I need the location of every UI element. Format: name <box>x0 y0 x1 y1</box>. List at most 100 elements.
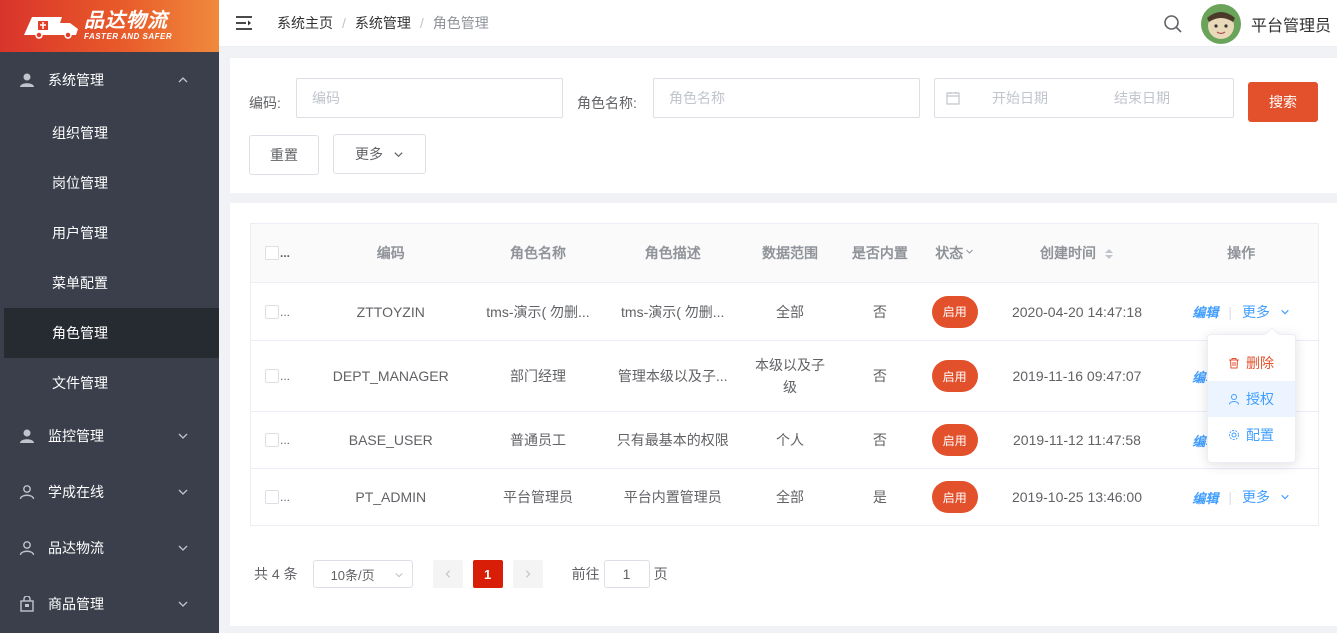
table-row[interactable]: ... BASE_USER 普通员工 只有最基本的权限 个人 否 启用 2019… <box>251 412 1318 469</box>
role-name-label: 角色名称: <box>577 95 637 111</box>
breadcrumb-separator: / <box>419 15 424 31</box>
chevron-right-icon <box>525 570 531 578</box>
created-column-header[interactable]: 创建时间 <box>990 243 1165 263</box>
cell-status: 启用 <box>920 360 990 392</box>
username[interactable]: 平台管理员 <box>1251 12 1331 36</box>
role-name-input[interactable] <box>653 78 920 118</box>
ellipsis: ... <box>280 433 291 447</box>
breadcrumb-current: 角色管理 <box>432 15 489 31</box>
sidebar-group-system[interactable]: 系统管理 <box>0 52 219 108</box>
chevron-down-icon <box>178 601 188 607</box>
column-header-label: 创建时间 <box>1040 245 1097 261</box>
cell-builtin: 否 <box>872 368 887 384</box>
goto-suffix: 页 <box>653 566 668 582</box>
page-size-value: 10条/页 <box>330 567 375 583</box>
cell-name: 部门经理 <box>509 368 566 384</box>
status-badge[interactable]: 启用 <box>931 424 978 456</box>
sidebar-item-users[interactable]: 用户管理 <box>0 208 219 258</box>
table-row[interactable]: ... PT_ADMIN 平台管理员 平台内置管理员 全部 是 启用 2019-… <box>251 469 1318 525</box>
calendar-icon <box>946 92 960 105</box>
sidebar-group-label: 监控管理 <box>48 428 104 444</box>
reset-button[interactable]: 重置 <box>249 135 319 175</box>
sidebar-item-files[interactable]: 文件管理 <box>0 358 219 408</box>
status-badge[interactable]: 启用 <box>931 295 978 328</box>
table-header: ... 编码 角色名称 角色描述 数据范围 是否内置 状态 创建时间 操作 <box>251 224 1318 283</box>
start-date-placeholder[interactable]: 开始日期 <box>992 88 1048 108</box>
sidebar-group-monitor[interactable]: 监控管理 <box>0 408 219 464</box>
row-checkbox[interactable] <box>265 304 279 319</box>
trash-icon <box>1229 358 1239 369</box>
pagination: 共 4 条 10条/页 1 前往 页 <box>254 560 668 588</box>
prev-page-button[interactable] <box>432 560 463 588</box>
cell-name: 平台管理员 <box>502 489 573 505</box>
authorize-menu-item[interactable]: 授权 <box>1208 381 1295 417</box>
cell-builtin: 否 <box>872 303 887 320</box>
code-input[interactable] <box>296 78 563 118</box>
sidebar-group-xuecheng[interactable]: 学成在线 <box>0 464 219 520</box>
delete-menu-label: 删除 <box>1246 355 1274 371</box>
cell-code: DEPT_MANAGER <box>332 368 449 384</box>
status-badge[interactable]: 启用 <box>931 360 978 392</box>
sidebar-item-menu[interactable]: 菜单配置 <box>0 258 219 308</box>
cell-created: 2019-10-25 13:46:00 <box>1011 489 1142 505</box>
end-date-placeholder[interactable]: 结束日期 <box>1114 88 1170 108</box>
truck-logo-icon <box>24 17 78 39</box>
row-checkbox[interactable] <box>265 369 279 383</box>
breadcrumb-system[interactable]: 系统管理 <box>355 13 411 33</box>
chevron-left-icon <box>445 570 450 578</box>
cell-scope: 全部 <box>776 489 805 505</box>
page-size-select[interactable]: 10条/页 <box>312 560 413 588</box>
sort-icon[interactable] <box>1104 248 1114 260</box>
column-header: 角色描述 <box>644 245 701 261</box>
sidebar-group-goods[interactable]: 商品管理 <box>0 576 219 632</box>
brand-logo[interactable]: 品达物流 FASTER AND SAFER <box>0 0 219 52</box>
status-badge[interactable]: 启用 <box>931 481 978 513</box>
sidebar-item-org[interactable]: 组织管理 <box>0 108 219 158</box>
table-row[interactable]: ... ZTTOYZIN tms-演示( 勿删... tms-演示( 勿删...… <box>251 283 1318 341</box>
more-actions-label: 更多 <box>1241 489 1270 505</box>
date-range-picker[interactable]: 开始日期 结束日期 <box>934 78 1234 118</box>
config-menu-item[interactable]: 配置 <box>1208 417 1295 453</box>
select-all-checkbox[interactable] <box>265 246 279 260</box>
cell-actions: 编辑 | 更多 <box>1164 302 1318 322</box>
sidebar-item-label: 菜单配置 <box>52 275 108 291</box>
user-icon <box>18 71 36 89</box>
search-icon[interactable] <box>1163 14 1183 34</box>
table-row[interactable]: ... DEPT_MANAGER 部门经理 管理本级以及子... 本级以及子级 … <box>251 341 1318 412</box>
authorize-menu-label: 授权 <box>1246 391 1274 407</box>
delete-menu-item[interactable]: 删除 <box>1208 345 1295 381</box>
sidebar-item-post[interactable]: 岗位管理 <box>0 158 219 208</box>
breadcrumb-separator: / <box>342 15 346 31</box>
avatar[interactable] <box>1200 3 1241 44</box>
sidebar-group-label: 系统管理 <box>48 72 104 88</box>
page-number-current[interactable]: 1 <box>472 560 503 588</box>
row-checkbox[interactable] <box>265 433 279 447</box>
edit-link[interactable]: 编辑 <box>1192 488 1218 507</box>
sidebar-item-roles[interactable]: 角色管理 <box>4 308 219 358</box>
more-actions-link[interactable]: 更多 <box>1242 302 1290 322</box>
more-filters-label: 更多 <box>355 146 383 162</box>
status-column-header[interactable]: 状态 <box>920 243 990 263</box>
cell-status: 启用 <box>920 424 990 456</box>
goto-page-input[interactable] <box>603 560 650 588</box>
sidebar-item-label: 岗位管理 <box>52 175 108 191</box>
more-actions-link[interactable]: 更多 <box>1242 487 1290 507</box>
next-page-button[interactable] <box>512 560 543 588</box>
sidebar-group-pinda[interactable]: 品达物流 <box>0 520 219 576</box>
search-form: 编码: 角色名称: 开始日期 结束日期 搜索 重置 更多 <box>230 58 1337 193</box>
breadcrumb-home[interactable]: 系统主页 <box>277 13 333 33</box>
more-actions-label: 更多 <box>1241 303 1270 320</box>
search-button[interactable]: 搜索 <box>1248 82 1318 122</box>
sidebar: 品达物流 FASTER AND SAFER 系统管理 组织管理 岗位管理 用户管… <box>0 0 219 633</box>
cell-code: BASE_USER <box>348 432 433 448</box>
cell-code: ZTTOYZIN <box>356 303 425 320</box>
menu-fold-icon[interactable] <box>235 15 253 31</box>
select-all-cell: ... <box>251 246 311 260</box>
cell-actions: 编辑 | 更多 <box>1164 487 1318 507</box>
cell-created: 2020-04-20 14:47:18 <box>1011 303 1142 320</box>
edit-link[interactable]: 编辑 <box>1192 302 1218 321</box>
more-filters-button[interactable]: 更多 <box>333 134 426 174</box>
cell-status: 启用 <box>920 295 990 328</box>
row-checkbox[interactable] <box>265 490 279 504</box>
roles-table: ... 编码 角色名称 角色描述 数据范围 是否内置 状态 创建时间 操作 ..… <box>250 223 1319 526</box>
